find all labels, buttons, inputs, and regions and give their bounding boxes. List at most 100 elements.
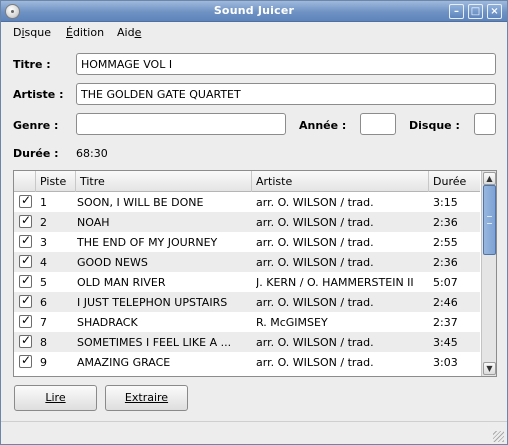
extract-cell bbox=[14, 292, 36, 312]
track-title: THE END OF MY JOURNEY bbox=[77, 236, 218, 249]
extract-cell bbox=[14, 312, 36, 332]
titre-label: Titre : bbox=[13, 58, 51, 71]
table-row[interactable]: 4 GOOD NEWS arr. O. WILSON / trad. 2:36 bbox=[14, 252, 480, 272]
track-title: AMAZING GRACE bbox=[77, 356, 171, 369]
annee-label: Année : bbox=[299, 119, 347, 132]
artiste-label: Artiste : bbox=[13, 88, 64, 101]
resize-grip-icon[interactable] bbox=[493, 431, 504, 442]
table-row[interactable]: 3 THE END OF MY JOURNEY arr. O. WILSON / t… bbox=[14, 232, 480, 252]
track-duration: 5:07 bbox=[433, 276, 458, 289]
extract-button-label: Extraire bbox=[124, 391, 169, 404]
menu-aide[interactable]: Aide bbox=[117, 26, 141, 39]
disque-input[interactable] bbox=[474, 113, 496, 135]
track-duration: 2:37 bbox=[433, 316, 458, 329]
status-bar bbox=[1, 421, 507, 445]
extract-cell bbox=[14, 212, 36, 232]
track-artist: J. KERN / O. HAMMERSTEIN II bbox=[256, 276, 414, 289]
arrow-up-icon[interactable]: ▲ bbox=[483, 172, 496, 185]
track-rows: 1 SOON, I WILL BE DONE arr. O. WILSON / tr… bbox=[14, 192, 480, 372]
track-artist: R. McGIMSEY bbox=[256, 316, 328, 329]
track-artist: arr. O. WILSON / trad. bbox=[256, 296, 374, 309]
track-number: 4 bbox=[40, 256, 47, 269]
genre-label: Genre : bbox=[13, 119, 59, 132]
table-row[interactable]: 6 I JUST TELEPHON UPSTAIRS arr. O. WILSON … bbox=[14, 292, 480, 312]
track-duration: 3:15 bbox=[433, 196, 458, 209]
track-number: 9 bbox=[40, 356, 47, 369]
extract-checkbox[interactable] bbox=[19, 273, 32, 288]
track-title: NOAH bbox=[77, 216, 110, 229]
table-row[interactable]: 1 SOON, I WILL BE DONE arr. O. WILSON / tr… bbox=[14, 192, 480, 212]
column-header-artiste[interactable]: Artiste bbox=[252, 171, 429, 192]
maximize-button[interactable]: □ bbox=[468, 4, 483, 19]
track-number: 8 bbox=[40, 336, 47, 349]
table-row[interactable]: 5 OLD MAN RIVER J. KERN / O. HAMMERSTEIN I… bbox=[14, 272, 480, 292]
track-list[interactable]: Piste Titre Artiste Durée 1 SOON, I WILL … bbox=[13, 170, 497, 377]
extract-checkbox[interactable] bbox=[19, 293, 32, 308]
column-header-duree[interactable]: Durée bbox=[429, 171, 480, 192]
track-title: SOON, I WILL BE DONE bbox=[77, 196, 204, 209]
column-header-piste[interactable]: Piste bbox=[36, 171, 76, 192]
close-button[interactable]: × bbox=[487, 4, 502, 19]
track-artist: arr. O. WILSON / trad. bbox=[256, 256, 374, 269]
track-duration: 2:46 bbox=[433, 296, 458, 309]
sound-juicer-window: Sound Juicer – □ × Disque Édition Aide T… bbox=[0, 0, 508, 445]
extract-cell bbox=[14, 232, 36, 252]
table-row[interactable]: 9 AMAZING GRACE arr. O. WILSON / trad. 3:03 bbox=[14, 352, 480, 372]
track-title: SHADRACK bbox=[77, 316, 138, 329]
artiste-input[interactable]: THE GOLDEN GATE QUARTET bbox=[76, 83, 496, 105]
window-title: Sound Juicer bbox=[213, 4, 295, 17]
extract-checkbox[interactable] bbox=[19, 233, 32, 248]
track-duration: 2:55 bbox=[433, 236, 458, 249]
table-row[interactable]: 7 SHADRACK R. McGIMSEY 2:37 bbox=[14, 312, 480, 332]
table-row[interactable]: 2 NOAH arr. O. WILSON / trad. 2:36 bbox=[14, 212, 480, 232]
track-title: GOOD NEWS bbox=[77, 256, 148, 269]
column-header-titre[interactable]: Titre bbox=[76, 171, 252, 192]
track-title: SOMETIMES I FEEL LIKE A ... bbox=[77, 336, 232, 349]
track-number: 5 bbox=[40, 276, 47, 289]
track-list-header: Piste Titre Artiste Durée bbox=[14, 171, 480, 192]
track-duration: 3:03 bbox=[433, 356, 458, 369]
track-artist: arr. O. WILSON / trad. bbox=[256, 216, 374, 229]
track-duration: 2:36 bbox=[433, 216, 458, 229]
table-row[interactable]: 8 SOMETIMES I FEEL LIKE A ... arr. O. WILS… bbox=[14, 332, 480, 352]
track-number: 1 bbox=[40, 196, 47, 209]
extract-checkbox[interactable] bbox=[19, 213, 32, 228]
track-title: I JUST TELEPHON UPSTAIRS bbox=[77, 296, 228, 309]
extract-cell bbox=[14, 352, 36, 372]
genre-input[interactable] bbox=[76, 113, 286, 135]
menu-edition[interactable]: Édition bbox=[66, 26, 104, 39]
duree-value: 68:30 bbox=[76, 147, 108, 160]
menu-bar: Disque Édition Aide bbox=[1, 23, 507, 43]
duree-label: Durée : bbox=[13, 147, 59, 160]
extract-cell bbox=[14, 272, 36, 292]
extract-cell bbox=[14, 192, 36, 212]
extract-checkbox[interactable] bbox=[19, 313, 32, 328]
disque-label: Disque : bbox=[409, 119, 460, 132]
extract-cell bbox=[14, 252, 36, 272]
minimize-button[interactable]: – bbox=[449, 4, 464, 19]
extract-checkbox[interactable] bbox=[19, 353, 32, 368]
extract-button[interactable]: Extraire bbox=[105, 385, 188, 411]
track-number: 2 bbox=[40, 216, 47, 229]
track-number: 6 bbox=[40, 296, 47, 309]
track-number: 7 bbox=[40, 316, 47, 329]
column-header-extract[interactable] bbox=[14, 171, 36, 192]
extract-checkbox[interactable] bbox=[19, 333, 32, 348]
scrollbar-thumb[interactable] bbox=[483, 185, 496, 255]
play-button-label: Lire bbox=[45, 391, 66, 404]
extract-cell bbox=[14, 332, 36, 352]
track-list-scrollbar[interactable]: ▲ ▼ bbox=[481, 171, 496, 376]
track-artist: arr. O. WILSON / trad. bbox=[256, 236, 374, 249]
track-artist: arr. O. WILSON / trad. bbox=[256, 356, 374, 369]
annee-input[interactable] bbox=[360, 113, 396, 135]
titre-input[interactable]: HOMMAGE VOL I bbox=[76, 53, 496, 75]
extract-checkbox[interactable] bbox=[19, 193, 32, 208]
play-button[interactable]: Lire bbox=[14, 385, 97, 411]
extract-checkbox[interactable] bbox=[19, 253, 32, 268]
arrow-down-icon[interactable]: ▼ bbox=[483, 362, 496, 375]
track-artist: arr. O. WILSON / trad. bbox=[256, 196, 374, 209]
title-bar[interactable]: Sound Juicer – □ × bbox=[1, 1, 507, 22]
menu-disque[interactable]: Disque bbox=[13, 26, 51, 39]
track-artist: arr. O. WILSON / trad. bbox=[256, 336, 374, 349]
track-number: 3 bbox=[40, 236, 47, 249]
